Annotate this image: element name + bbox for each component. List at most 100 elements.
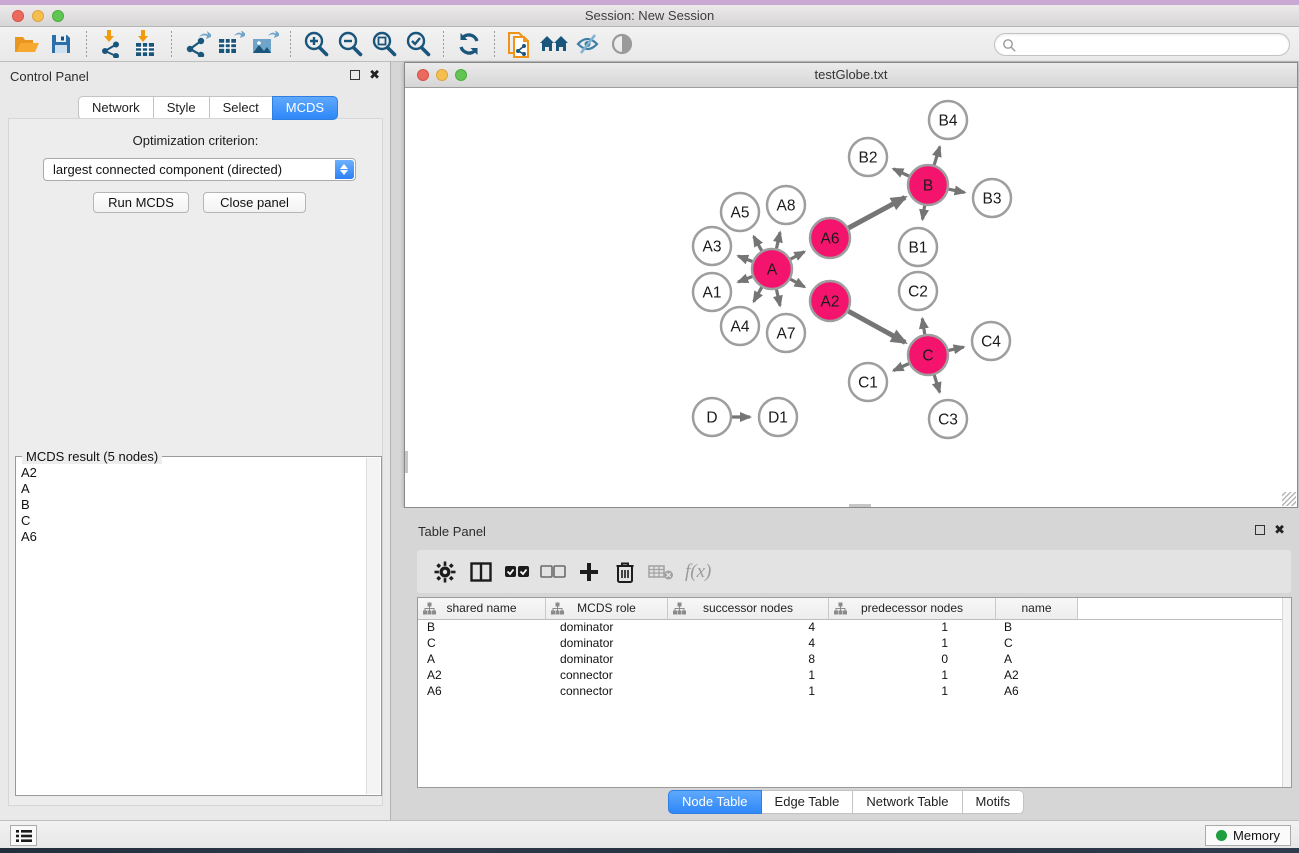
mcds-result-item[interactable]: A6: [18, 529, 365, 545]
table-row[interactable]: Cdominator41C: [418, 635, 1291, 651]
memory-button[interactable]: Memory: [1205, 825, 1291, 846]
graph-edge[interactable]: [848, 311, 905, 342]
unselect-all-columns-icon[interactable]: [535, 557, 571, 587]
table-cell: B: [996, 619, 1078, 635]
graph-edge[interactable]: [893, 169, 909, 176]
float-panel-icon[interactable]: [350, 70, 360, 80]
graph-edge[interactable]: [754, 236, 762, 250]
graph-edge[interactable]: [922, 319, 924, 335]
delete-table-icon[interactable]: [643, 557, 679, 587]
run-mcds-button[interactable]: Run MCDS: [93, 192, 189, 213]
network-graph[interactable]: B4B2BB3A8A5A6B1A3AA1C2A2A4A7C4CC1C3DD1: [405, 88, 1297, 507]
header-predecessor-nodes[interactable]: predecessor nodes: [829, 598, 996, 620]
tab-style[interactable]: Style: [153, 96, 210, 120]
table-row[interactable]: A6connector11A6: [418, 683, 1291, 699]
export-network-icon[interactable]: [180, 29, 214, 59]
graph-edge[interactable]: [949, 189, 965, 192]
control-panel-tabs: Network Style Select MCDS: [78, 96, 338, 120]
table-panel: Table Panel ✖ f(x): [392, 508, 1299, 820]
table-settings-icon[interactable]: [427, 557, 463, 587]
table-cell-filler: [1078, 667, 1291, 683]
graph-edge[interactable]: [791, 252, 805, 259]
graph-edge[interactable]: [790, 279, 804, 287]
criterion-dropdown-value: largest connected component (directed): [53, 162, 282, 177]
network-hscroll-mark[interactable]: [849, 504, 871, 507]
zoom-fit-icon[interactable]: [367, 29, 401, 59]
show-all-icon[interactable]: [605, 29, 639, 59]
search-input[interactable]: [994, 33, 1290, 56]
header-successor-nodes[interactable]: successor nodes: [668, 598, 829, 620]
refresh-layout-icon[interactable]: [452, 29, 486, 59]
table-scrollbar[interactable]: [1282, 598, 1291, 787]
table-cell: A: [996, 651, 1078, 667]
graph-edge[interactable]: [738, 277, 752, 282]
graph-edge[interactable]: [922, 206, 924, 220]
duplicate-network-icon[interactable]: [503, 29, 537, 59]
export-table-icon[interactable]: [214, 29, 248, 59]
delete-column-icon[interactable]: [607, 557, 643, 587]
open-session-icon[interactable]: [10, 29, 44, 59]
mcds-panel: Optimization criterion: largest connecte…: [8, 118, 383, 806]
graph-edge[interactable]: [738, 256, 752, 261]
import-table-icon[interactable]: [129, 29, 163, 59]
header-mcds-role[interactable]: MCDS role: [546, 598, 668, 620]
graph-node-label: B1: [909, 240, 928, 257]
header-shared-name[interactable]: shared name: [418, 598, 546, 620]
network-resize-grip[interactable]: [1282, 492, 1296, 506]
network-canvas[interactable]: B4B2BB3A8A5A6B1A3AA1C2A2A4A7C4CC1C3DD1: [405, 88, 1297, 507]
graph-edge[interactable]: [948, 347, 963, 350]
table-float-icon[interactable]: [1255, 525, 1265, 535]
table-row[interactable]: Adominator80A: [418, 651, 1291, 667]
table-cell: B: [418, 619, 546, 635]
task-history-button[interactable]: [10, 825, 37, 846]
network-window-titlebar[interactable]: testGlobe.txt: [405, 63, 1297, 88]
criterion-dropdown[interactable]: largest connected component (directed): [43, 158, 356, 181]
mcds-result-scrollbar[interactable]: [366, 458, 380, 794]
hide-selected-icon[interactable]: [571, 29, 605, 59]
tab-motifs[interactable]: Motifs: [962, 790, 1025, 814]
mcds-result-item[interactable]: C: [18, 513, 365, 529]
show-column-panel-icon[interactable]: [463, 557, 499, 587]
graph-node-label: C1: [858, 375, 878, 392]
network-vscroll-mark[interactable]: [405, 451, 408, 473]
table-cell: 0: [829, 651, 996, 667]
zoom-selected-icon[interactable]: [401, 29, 435, 59]
create-column-icon[interactable]: [571, 557, 607, 587]
node-table: shared name MCDS role successor nodes pr…: [417, 597, 1292, 788]
graph-edge[interactable]: [934, 375, 939, 392]
tab-network-table[interactable]: Network Table: [852, 790, 962, 814]
tab-network[interactable]: Network: [78, 96, 154, 120]
close-panel-icon[interactable]: ✖: [369, 67, 380, 83]
network-window[interactable]: testGlobe.txt B4B2BB3A8A5A6B1A3AA1C2A2A4…: [404, 62, 1298, 508]
graph-edge[interactable]: [776, 232, 780, 248]
table-row[interactable]: A2connector11A2: [418, 667, 1291, 683]
export-image-icon[interactable]: [248, 29, 282, 59]
tab-node-table[interactable]: Node Table: [668, 790, 762, 814]
tab-edge-table[interactable]: Edge Table: [761, 790, 854, 814]
graph-edge[interactable]: [934, 147, 940, 165]
tab-mcds[interactable]: MCDS: [272, 96, 338, 120]
table-row[interactable]: Bdominator41B: [418, 619, 1291, 635]
first-neighbors-icon[interactable]: [537, 29, 571, 59]
select-all-columns-icon[interactable]: [499, 557, 535, 587]
zoom-in-icon[interactable]: [299, 29, 333, 59]
window-titlebar[interactable]: Session: New Session: [0, 5, 1299, 27]
save-session-icon[interactable]: [44, 29, 78, 59]
graph-edge[interactable]: [894, 364, 909, 371]
mcds-result-item[interactable]: B: [18, 497, 365, 513]
import-network-icon[interactable]: [95, 29, 129, 59]
zoom-out-icon[interactable]: [333, 29, 367, 59]
graph-edge[interactable]: [848, 197, 905, 228]
tab-select[interactable]: Select: [209, 96, 273, 120]
graph-edge[interactable]: [754, 287, 762, 301]
graph-node-label: A3: [703, 239, 722, 256]
table-close-icon[interactable]: ✖: [1274, 522, 1285, 538]
header-name[interactable]: name: [996, 598, 1078, 620]
mcds-result-item[interactable]: A: [18, 481, 365, 497]
graph-node-label: A5: [731, 205, 750, 222]
desktop-background-bottom: [0, 848, 1299, 853]
close-panel-button[interactable]: Close panel: [203, 192, 306, 213]
graph-edge[interactable]: [776, 290, 780, 306]
function-builder-icon[interactable]: f(x): [685, 561, 711, 583]
mcds-result-item[interactable]: A2: [18, 465, 365, 481]
